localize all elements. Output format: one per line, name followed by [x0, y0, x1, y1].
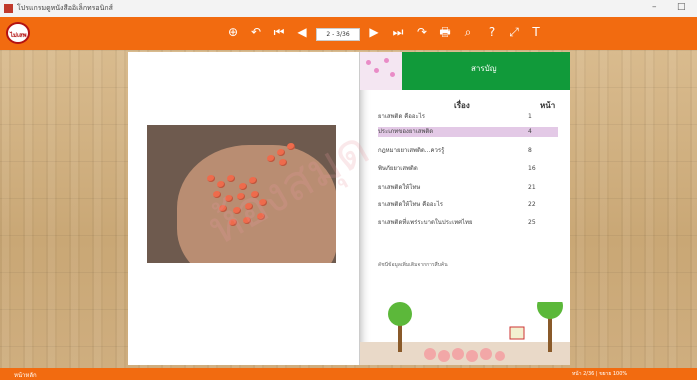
first-page-icon[interactable]: ⏮ [272, 25, 286, 39]
pill [243, 217, 251, 224]
toc-item-label: ยาเสพติดให้โทษ คืออะไร [378, 201, 443, 208]
blossom [366, 60, 371, 65]
prev-page-icon[interactable]: ◀ [295, 25, 309, 39]
book-page-right[interactable]: สารบัญ เรื่อง หน้า ยาเสพติด คืออะไร 1 ปร… [359, 52, 570, 365]
toc-item-label: ยาเสพติดให้โทษ [378, 184, 421, 191]
toc-item-page: 25 [528, 219, 536, 226]
status-bar: หน้าหลัก หน้า 2/36 | ขยาย 100% [0, 368, 697, 380]
logo-text: ไม่เสพ [10, 32, 27, 39]
pill-decor [424, 348, 436, 360]
pill [219, 205, 227, 212]
toc-item-page: 22 [528, 201, 536, 208]
toc-item-label: ยาเสพติด คืออะไร [378, 113, 425, 120]
pill [257, 213, 265, 220]
pill-decor [480, 348, 492, 360]
fullscreen-icon[interactable]: ⤢ [507, 25, 521, 39]
toc-item[interactable]: กฎหมายยาเสพติด...ควรรู้ 8 [378, 146, 558, 156]
page-number-input[interactable]: 2 - 3/36 [316, 28, 360, 41]
print-icon[interactable]: 🖶 [438, 25, 452, 39]
redo-icon[interactable]: ↷ [415, 25, 429, 39]
toc-item-label: กฎหมายยาเสพติด...ควรรู้ [378, 147, 445, 154]
pill [217, 181, 225, 188]
toc-item-page: 21 [528, 184, 536, 191]
app-icon [4, 4, 13, 13]
ground [360, 342, 570, 365]
signboard [509, 326, 525, 340]
toc-item[interactable]: ยาเสพติดที่แพร่ระบาดในประเทศไทย 25 [378, 218, 558, 228]
pill [233, 207, 241, 214]
pill [225, 195, 233, 202]
logo: ไม่เสพ [6, 22, 30, 44]
tree-crown [388, 302, 412, 326]
pill [229, 219, 237, 226]
pill-decor [466, 350, 478, 362]
toc-note: ดัชนีข้อมูลเพิ่มเติมจากการสืบค้น [378, 262, 448, 268]
help-icon[interactable]: ? [485, 25, 499, 39]
toolbar: ไม่เสพ ⊕ ↶ ⏮ ◀ 2 - 3/36 ▶ ⏭ ↷ 🖶 ⌕ ? ⤢ T [0, 17, 697, 50]
toc-banner: สารบัญ [360, 52, 570, 90]
pill [213, 191, 221, 198]
book-page-left[interactable] [128, 52, 359, 365]
toc-item-label: ประเภทของยาเสพติด [378, 128, 434, 135]
pill-decor [438, 350, 450, 362]
bottom-illustration [360, 302, 570, 365]
pill [287, 143, 295, 150]
toc-item-highlighted[interactable]: ประเภทของยาเสพติด 4 [378, 127, 558, 137]
toc-item-label: พิษภัยยาเสพติด [378, 165, 418, 172]
title-bar: โปรแกรมดูหนังสืออิเล็กทรอนิกส์ – □ [0, 0, 697, 18]
pills-photo [147, 125, 336, 263]
toc-title: สารบัญ [471, 64, 497, 73]
undo-icon[interactable]: ↶ [249, 25, 263, 39]
next-page-icon[interactable]: ▶ [367, 25, 381, 39]
status-info: หน้า 2/36 | ขยาย 100% [572, 371, 628, 377]
zoom-in-icon[interactable]: ⊕ [226, 25, 240, 39]
toc-header-topic: เรื่อง [454, 101, 470, 110]
minimize-button[interactable]: – [652, 2, 657, 12]
search-icon[interactable]: ⌕ [461, 25, 475, 39]
pill [279, 159, 287, 166]
pill [249, 177, 257, 184]
pill-decor [495, 351, 505, 361]
pill [239, 183, 247, 190]
text-icon[interactable]: T [529, 25, 543, 39]
toc-header-page: หน้า [540, 101, 556, 110]
toc-item-label: ยาเสพติดที่แพร่ระบาดในประเทศไทย [378, 219, 473, 226]
toc-item[interactable]: พิษภัยยาเสพติด 16 [378, 164, 558, 174]
toc-item-page: 4 [528, 128, 532, 135]
toc-item[interactable]: ยาเสพติดให้โทษ คืออะไร 22 [378, 200, 558, 210]
hand-shape [177, 145, 336, 263]
toc-item[interactable]: ยาเสพติด คืออะไร 1 [378, 112, 558, 122]
pill-decor [452, 348, 464, 360]
status-home[interactable]: หน้าหลัก [14, 370, 37, 380]
toc-item-page: 8 [528, 147, 532, 154]
pill [245, 203, 253, 210]
pill [277, 149, 285, 156]
blossom [374, 68, 379, 73]
pill [227, 175, 235, 182]
last-page-icon[interactable]: ⏭ [391, 25, 405, 39]
pill [237, 193, 245, 200]
pill [251, 191, 259, 198]
toc-item-page: 16 [528, 165, 536, 172]
restore-button[interactable]: □ [677, 2, 686, 12]
pill [259, 199, 267, 206]
toc-item[interactable]: ยาเสพติดให้โทษ 21 [378, 183, 558, 193]
window-title: โปรแกรมดูหนังสืออิเล็กทรอนิกส์ [17, 4, 113, 12]
blossom [390, 72, 395, 77]
toc-item-page: 1 [528, 113, 532, 120]
tree-crown [537, 302, 563, 319]
pill [267, 155, 275, 162]
pill [207, 175, 215, 182]
blossom [384, 58, 389, 63]
